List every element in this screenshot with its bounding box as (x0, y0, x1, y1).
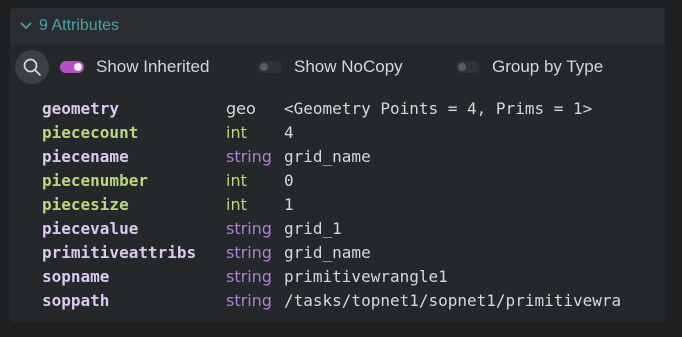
attribute-type: string (226, 266, 272, 286)
attribute-type: string (226, 242, 272, 262)
attribute-value: primitivewrangle1 (284, 266, 448, 286)
attribute-value: grid_name (284, 146, 371, 166)
attribute-type: string (226, 290, 272, 310)
attribute-name: primitiveattribs (42, 242, 197, 262)
attribute-name: soppath (42, 290, 110, 310)
attribute-value: 1 (284, 194, 294, 214)
show-inherited-label: Show Inherited (96, 57, 210, 76)
attribute-type: string (226, 146, 272, 166)
attribute-row[interactable]: soppath string/tasks/topnet1/sopnet1/prim… (42, 288, 665, 312)
attributes-toolbar: Show Inherited Show NoCopy Group by Type (10, 50, 665, 84)
attribute-type: int (226, 194, 247, 214)
chevron-down-icon[interactable] (16, 16, 36, 36)
show-nocopy-label: Show NoCopy (294, 57, 403, 76)
attribute-name: piecenumber (42, 170, 148, 190)
attribute-row[interactable]: piecesize int 1 (42, 192, 665, 216)
show-nocopy-switch[interactable] (258, 61, 282, 73)
attribute-row[interactable]: primitiveattribs string grid_name (42, 240, 665, 264)
attribute-row[interactable]: geometry geo <Geometry Points = 4, Prims =… (42, 96, 665, 120)
attribute-name: geometry (42, 98, 120, 118)
attribute-value: 4 (284, 122, 294, 142)
attributes-panel: 9 Attributes Show Inherited Show NoCopy … (10, 8, 665, 322)
search-icon (23, 58, 41, 76)
attributes-header[interactable]: 9 Attributes (10, 8, 665, 44)
attribute-list: geometry geo <Geometry Points = 4, Prims =… (42, 96, 665, 316)
attribute-row[interactable]: piecenumber int 0 (42, 168, 665, 192)
attribute-value: <Geometry Points = 4, Prims = 1> (284, 98, 593, 118)
show-inherited-switch[interactable] (60, 61, 84, 73)
attribute-type: int (226, 122, 247, 142)
attribute-row[interactable]: piecevalue string grid_1 (42, 216, 665, 240)
attribute-row[interactable]: piececount int 4 (42, 120, 665, 144)
attribute-row[interactable]: piecename string grid_name (42, 144, 665, 168)
search-button[interactable] (15, 50, 49, 84)
group-by-type-switch[interactable] (456, 61, 480, 73)
group-by-type-toggle[interactable]: Group by Type (456, 50, 603, 84)
attribute-name: piececount (42, 122, 139, 142)
attribute-name: piecename (42, 146, 129, 166)
attribute-value: /tasks/topnet1/sopnet1/primitivewra (284, 290, 622, 310)
show-inherited-toggle[interactable]: Show Inherited (60, 50, 209, 84)
attribute-row[interactable]: sopname string primitivewrangle1 (42, 264, 665, 288)
attribute-type: geo (226, 98, 256, 118)
attribute-type: int (226, 170, 247, 190)
attributes-count-title: 9 Attributes (39, 17, 120, 34)
attribute-value: 0 (284, 170, 294, 190)
attribute-name: piecevalue (42, 218, 139, 238)
attribute-value: grid_1 (284, 218, 342, 238)
attribute-name: piecesize (42, 194, 129, 214)
group-by-type-label: Group by Type (492, 57, 604, 76)
show-nocopy-toggle[interactable]: Show NoCopy (258, 50, 403, 84)
attribute-value: grid_name (284, 242, 371, 262)
attribute-name: sopname (42, 266, 110, 286)
attribute-type: string (226, 218, 272, 238)
